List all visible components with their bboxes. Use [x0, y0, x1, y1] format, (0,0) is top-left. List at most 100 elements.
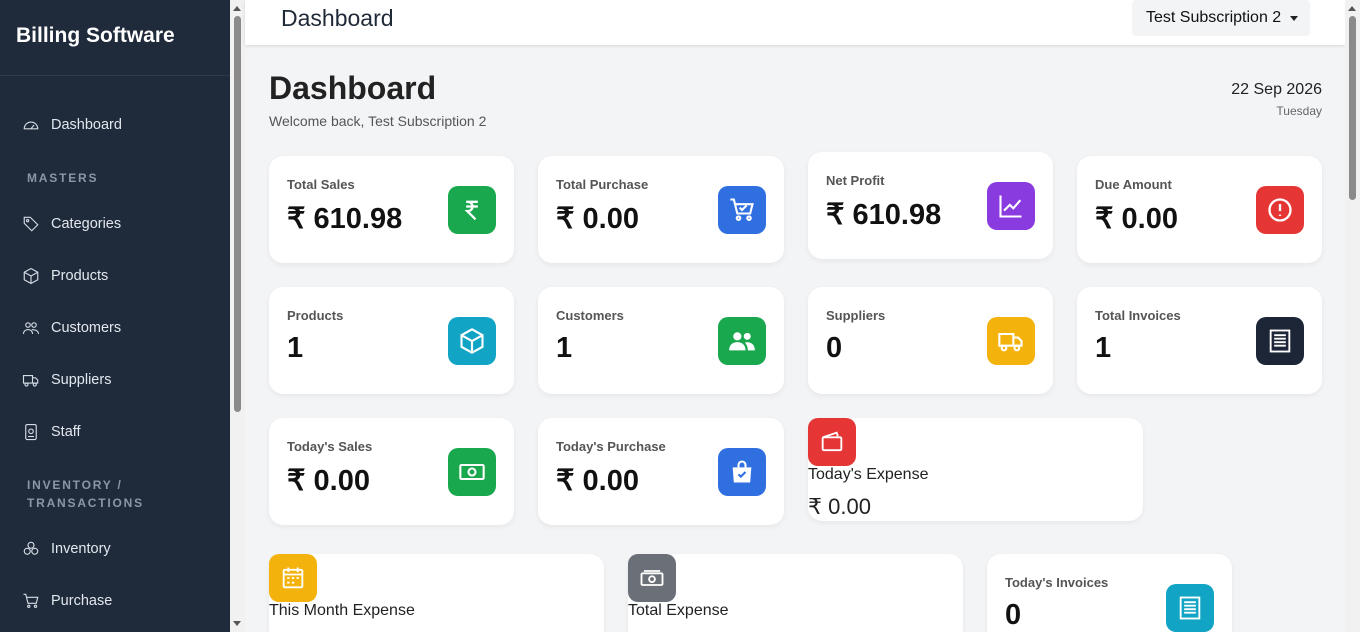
card-label: Today's Purchase: [556, 439, 666, 454]
sidebar-item-staff[interactable]: Staff: [0, 416, 230, 448]
subscription-dropdown[interactable]: Test Subscription 2: [1132, 0, 1310, 36]
card-todays-sales[interactable]: Today's Sales ₹ 0.00: [269, 418, 514, 525]
card-label: Due Amount: [1095, 177, 1172, 192]
scroll-up-arrow-icon[interactable]: [1348, 6, 1356, 11]
scroll-down-arrow-icon[interactable]: [233, 621, 241, 626]
cart-check-icon: [718, 186, 766, 234]
truck-icon: [987, 317, 1035, 365]
section-inventory-line2: TRANSACTIONS: [27, 496, 144, 510]
card-value: 0: [1005, 599, 1022, 631]
sidebar-item-label: Staff: [51, 424, 81, 440]
card-customers[interactable]: Customers 1: [538, 287, 784, 394]
card-todays-purchase[interactable]: Today's Purchase ₹ 0.00: [538, 418, 784, 525]
welcome-text: Welcome back, Test Subscription 2: [269, 113, 487, 129]
people-icon: [22, 322, 40, 335]
sidebar-scrollbar[interactable]: [230, 0, 245, 632]
sidebar-item-inventory[interactable]: Inventory: [0, 533, 230, 565]
card-value: ₹ 610.98: [287, 203, 403, 235]
sidebar-item-label: Products: [51, 268, 109, 284]
section-inventory: INVENTORY / TRANSACTIONS: [27, 476, 144, 512]
card-total-sales[interactable]: Total Sales ₹ 610.98: [269, 156, 514, 263]
alert-icon: [1256, 186, 1304, 234]
card-suppliers[interactable]: Suppliers 0: [808, 287, 1053, 394]
card-label: Today's Invoices: [1005, 575, 1109, 590]
sidebar-item-purchase[interactable]: Purchase: [0, 585, 230, 617]
current-date: 22 Sep 2026: [1231, 81, 1322, 98]
section-inventory-line1: INVENTORY /: [27, 478, 123, 492]
bag-check-icon: [718, 448, 766, 496]
topbar-title: Dashboard: [281, 5, 394, 31]
boxes-icon: [23, 541, 39, 555]
card-month-expense[interactable]: This Month Expense: [269, 554, 604, 632]
sidebar-item-label: Inventory: [51, 541, 111, 557]
card-total-expense[interactable]: Total Expense: [628, 554, 963, 632]
sidebar-item-suppliers[interactable]: Suppliers: [0, 364, 230, 396]
card-net-profit[interactable]: Net Profit ₹ 610.98: [808, 152, 1053, 259]
sidebar-item-dashboard[interactable]: Dashboard: [0, 109, 230, 141]
card-value: ₹ 0.00: [287, 465, 370, 497]
card-todays-expense[interactable]: Today's Expense ₹ 0.00: [808, 418, 1143, 521]
card-value: ₹ 0.00: [808, 494, 871, 519]
card-label: Suppliers: [826, 308, 886, 323]
sidebar-item-label: Dashboard: [51, 117, 122, 133]
sidebar-item-label: Customers: [51, 320, 122, 336]
card-label: Customers: [556, 308, 624, 323]
sidebar-item-products[interactable]: Products: [0, 260, 230, 292]
sidebar-item-label: Purchase: [51, 593, 113, 609]
wallet-icon: [808, 418, 856, 466]
card-label: Total Purchase: [556, 177, 649, 192]
card-value: 1: [1095, 332, 1112, 364]
sidebar-scroll-thumb[interactable]: [234, 16, 241, 412]
truck-icon: [22, 374, 39, 387]
sidebar-item-customers[interactable]: Customers: [0, 312, 230, 344]
card-value: 1: [287, 332, 304, 364]
page-scroll-thumb[interactable]: [1349, 16, 1356, 200]
people-icon: [718, 317, 766, 365]
receipt-icon: [1256, 317, 1304, 365]
card-total-purchase[interactable]: Total Purchase ₹ 0.00: [538, 156, 784, 263]
sidebar-item-label: Categories: [51, 216, 122, 232]
card-value: ₹ 610.98: [826, 199, 942, 231]
card-label: Total Expense: [628, 602, 729, 619]
cash-stack-icon: [628, 554, 676, 602]
cart-icon: [23, 593, 39, 608]
caret-down-icon: [1290, 15, 1299, 21]
card-label: Total Invoices: [1095, 308, 1181, 323]
card-label: This Month Expense: [269, 602, 415, 619]
card-todays-invoices[interactable]: Today's Invoices 0: [987, 554, 1232, 632]
subscription-label: Test Subscription 2: [1146, 9, 1282, 26]
calendar-icon: [269, 554, 317, 602]
brand-title: Billing Software: [0, 0, 230, 76]
card-label: Products: [287, 308, 344, 323]
badge-icon: [25, 423, 37, 441]
card-label: Today's Sales: [287, 439, 373, 454]
sidebar-item-label: Suppliers: [51, 372, 112, 388]
receipt-icon: [1166, 584, 1214, 632]
sidebar: Billing Software Dashboard MASTERS Categ…: [0, 0, 230, 632]
scroll-up-arrow-icon[interactable]: [233, 6, 241, 11]
page-title: Dashboard: [269, 70, 437, 106]
card-products[interactable]: Products 1: [269, 287, 514, 394]
card-total-invoices[interactable]: Total Invoices 1: [1077, 287, 1322, 394]
card-due-amount[interactable]: Due Amount ₹ 0.00: [1077, 156, 1322, 263]
page-scrollbar[interactable]: [1345, 0, 1360, 632]
rupee-icon: [448, 186, 496, 234]
card-label: Total Sales: [287, 177, 355, 192]
section-masters: MASTERS: [27, 171, 99, 185]
chart-up-icon: [987, 182, 1035, 230]
card-value: 0: [826, 332, 843, 364]
current-day: Tuesday: [1276, 104, 1322, 118]
gauge-icon: [23, 121, 39, 130]
box-icon: [23, 267, 39, 285]
top-bar: Dashboard Test Subscription 2: [245, 0, 1345, 45]
card-label: Today's Expense: [808, 466, 929, 483]
box-icon: [448, 317, 496, 365]
card-value: ₹ 0.00: [556, 465, 639, 497]
cash-icon: [448, 448, 496, 496]
card-value: ₹ 0.00: [556, 203, 639, 235]
tag-icon: [23, 216, 39, 232]
card-value: 1: [556, 332, 573, 364]
card-label: Net Profit: [826, 173, 885, 188]
card-value: ₹ 0.00: [1095, 203, 1178, 235]
sidebar-item-categories[interactable]: Categories: [0, 208, 230, 240]
